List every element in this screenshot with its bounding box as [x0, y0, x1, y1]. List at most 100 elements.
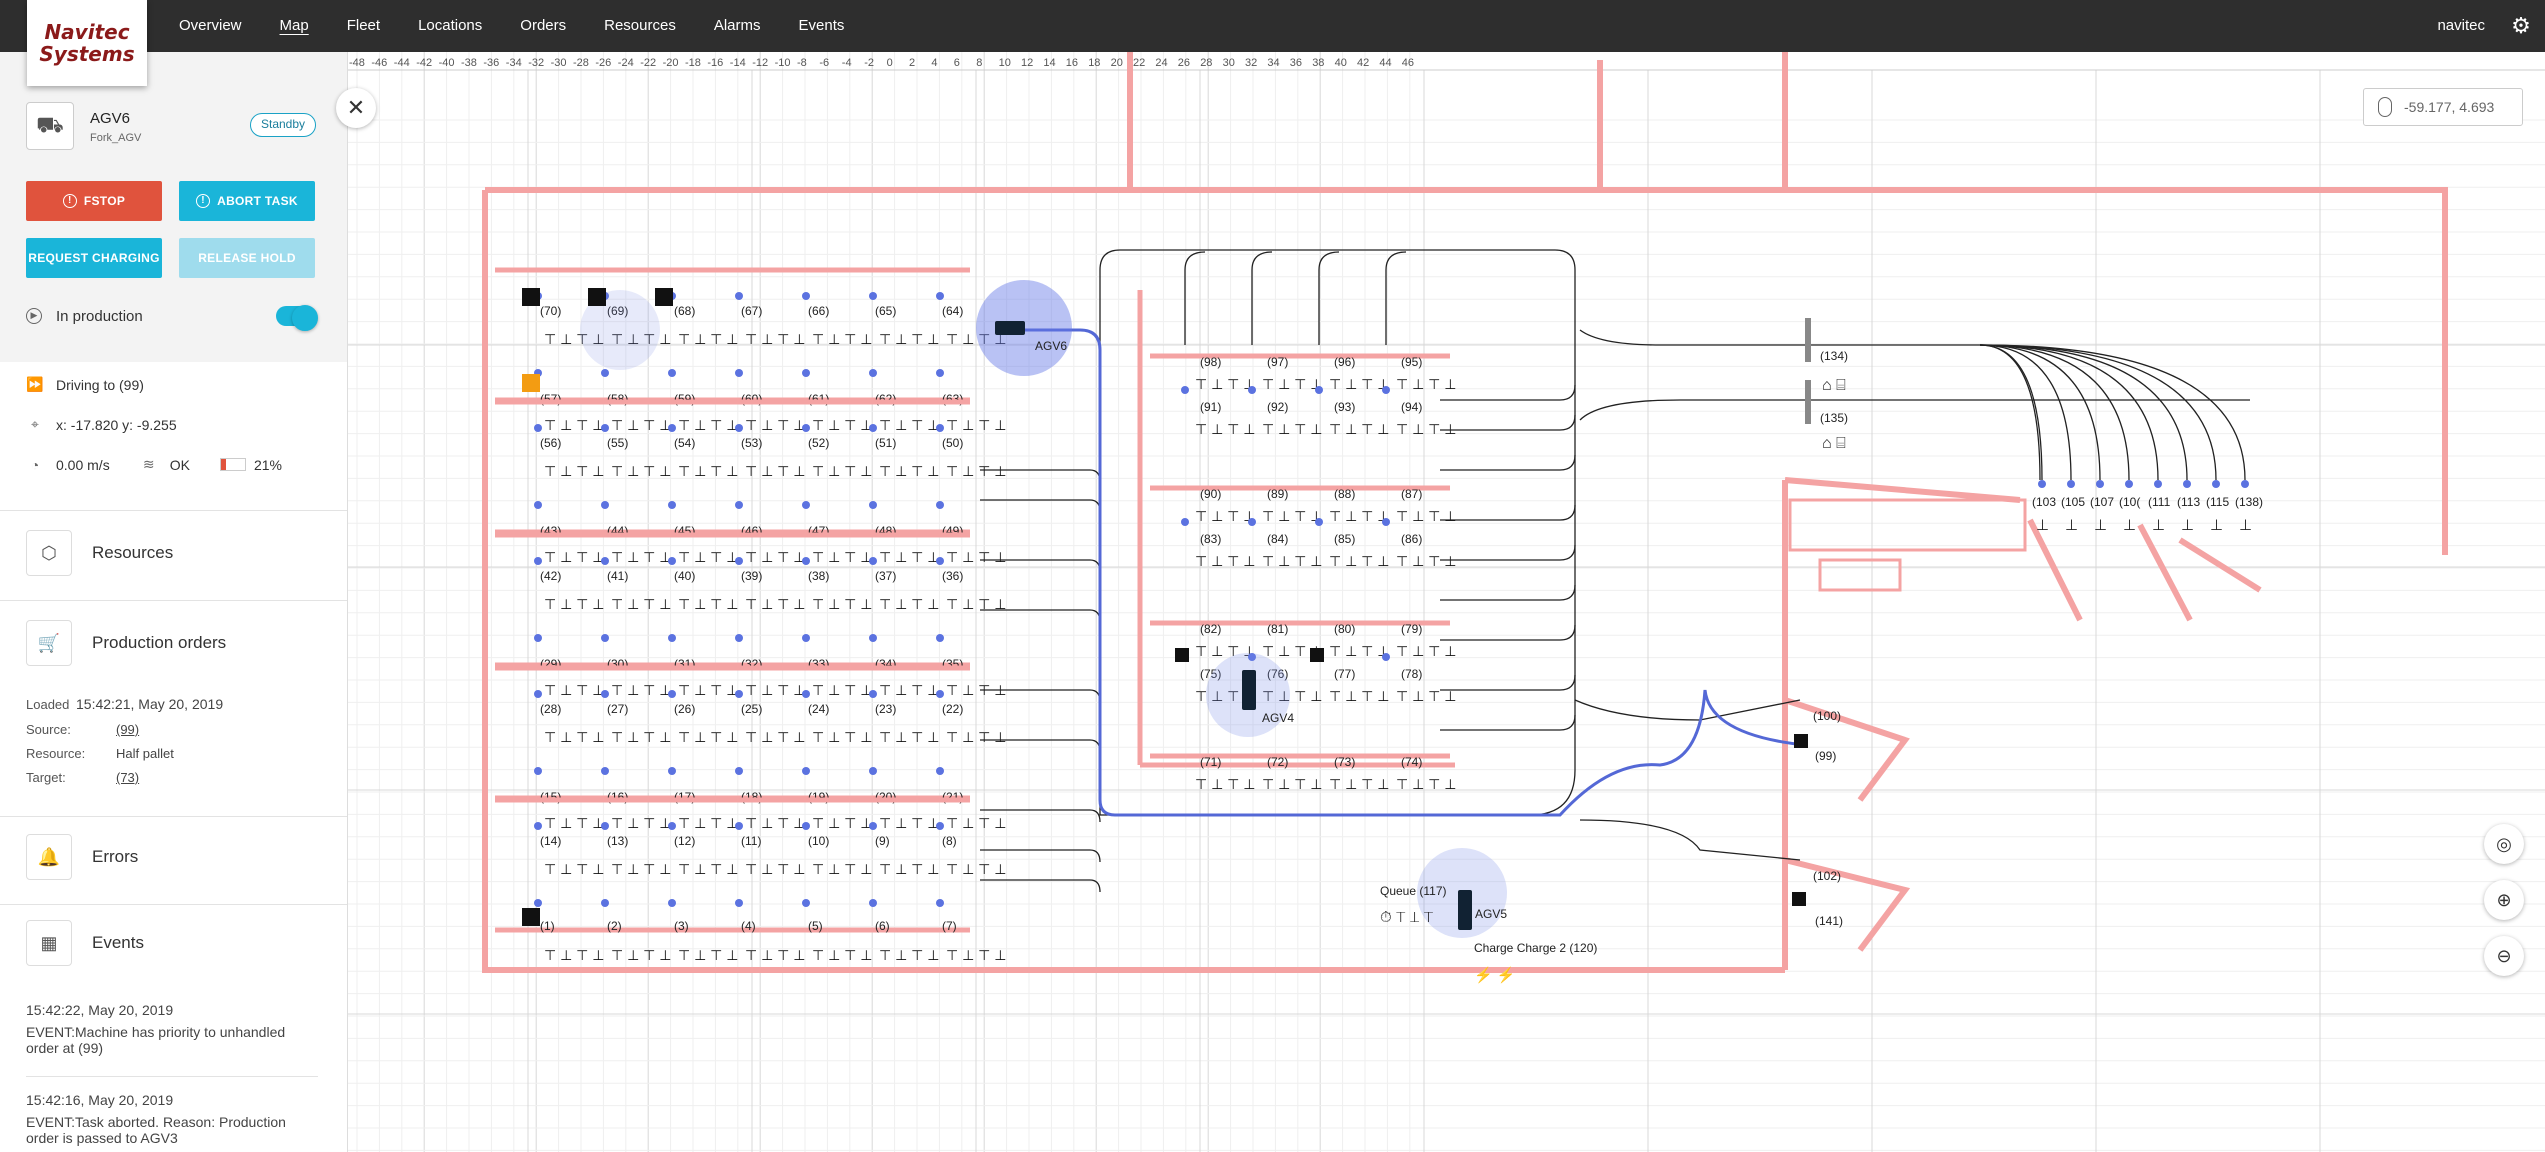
navitec-logo[interactable]: Navitec Systems: [27, 0, 147, 86]
battery-icon: [219, 458, 246, 471]
release-label: RELEASE HOLD: [198, 251, 296, 265]
travel-path: [1579, 329, 2250, 481]
waypoint: [735, 899, 743, 907]
waypoint: [802, 767, 810, 775]
waypoint: [735, 369, 743, 377]
location-label: (93): [1334, 400, 1355, 414]
alert-marker: [522, 374, 540, 392]
nav-fleet[interactable]: Fleet: [328, 0, 399, 52]
location-label: (5): [808, 919, 823, 933]
waypoint: [534, 557, 542, 565]
resources-section[interactable]: ⬡ Resources: [26, 530, 173, 576]
resources-title: Resources: [92, 543, 174, 562]
location-label: (7): [942, 919, 957, 933]
waypoint: [936, 899, 944, 907]
dock-path: [1979, 344, 2159, 481]
location-label: (86): [1401, 532, 1422, 546]
location-label: (77): [1334, 667, 1355, 681]
location-label: (134): [1820, 349, 1848, 363]
alert-icon: !: [62, 194, 77, 208]
location-label: (83): [1200, 532, 1221, 546]
pallet-slot-symbols: ⊤ ⊥ ⊤ ⊥: [946, 549, 1006, 565]
nav-locations[interactable]: Locations: [399, 0, 501, 52]
settings-gear-icon[interactable]: ⚙: [2509, 14, 2533, 38]
events-section[interactable]: ▦ Events: [26, 920, 144, 966]
travel-path: [1251, 251, 1273, 345]
location-label: (55): [607, 436, 628, 450]
production-toggle[interactable]: [276, 305, 318, 331]
station-icons: ⌂ ⌸: [1822, 377, 1846, 394]
status-badge: Standby: [250, 113, 317, 137]
waypoint: [869, 634, 877, 642]
machine-marker: [522, 288, 540, 306]
waypoint: [802, 292, 810, 300]
pallet-slot-symbols: ⊤ ⊥ ⊤ ⊥: [544, 549, 604, 565]
location-label: (28): [540, 702, 561, 716]
location-label: (88): [1334, 487, 1355, 501]
speedometer-icon: ◔: [30, 456, 40, 473]
target-link[interactable]: (73): [116, 770, 139, 785]
pallet-slot-symbols: ⊤ ⊥ ⊤ ⊥: [678, 815, 738, 831]
axis-tick-label: -14: [730, 57, 746, 69]
nav-overview[interactable]: Overview: [160, 0, 261, 52]
production-orders-section[interactable]: 🛒 Production orders: [26, 620, 226, 666]
user-menu[interactable]: navitec: [2437, 0, 2485, 52]
dock-path: [1979, 344, 2072, 481]
pallet-slot-symbols: ⊤ ⊥ ⊤ ⊥: [879, 596, 939, 612]
event-time: 15:42:22, May 20, 2019: [26, 1002, 174, 1018]
waypoint: [936, 557, 944, 565]
map-canvas[interactable]: -48 -46 -44 -42 -40 -38 -36 -34 -32 -30 -28 -26 -24-…: [348, 52, 2545, 1152]
pallet-slot-symbols: ⊤ ⊥ ⊤ ⊥: [745, 331, 805, 347]
waypoint: [869, 501, 877, 509]
pallet-slot-symbols: ⊤ ⊥ ⊤ ⊥: [879, 861, 939, 877]
pallet-slot-symbols: ⊤ ⊥ ⊤ ⊥: [812, 596, 872, 612]
nav-resources[interactable]: Resources: [585, 0, 695, 52]
location-label: (56): [540, 436, 561, 450]
waypoint: [869, 557, 877, 565]
location-label: (54): [674, 436, 695, 450]
machine-marker: [1792, 892, 1806, 906]
pallet-slot-symbols: ⊤ ⊥ ⊤ ⊥: [745, 861, 805, 877]
abort-task-button[interactable]: ! ABORT TASK: [179, 181, 315, 221]
fstop-button[interactable]: ! FSTOP: [26, 181, 162, 221]
pallet-slot-symbols: ⊤ ⊥ ⊤ ⊥: [678, 463, 738, 479]
source-link[interactable]: (99): [116, 722, 139, 737]
driving-text: Driving to (99): [56, 376, 144, 393]
floor-map[interactable]: -48 -46 -44 -42 -40 -38 -36 -34 -32 -30 -28 -26 -24-…: [348, 52, 2545, 1152]
nav-alarms[interactable]: Alarms: [695, 0, 780, 52]
zoom-in-icon[interactable]: ⊕: [2484, 880, 2524, 920]
waypoint: [601, 899, 609, 907]
axis-tick-label: 16: [1066, 57, 1078, 69]
location-label: (10(: [2119, 495, 2140, 509]
pallet-slot-symbol: ⊥: [2181, 517, 2194, 534]
errors-section[interactable]: 🔔 Errors: [26, 834, 138, 880]
dock-path: [1979, 344, 2246, 481]
pallet-slot-symbols: ⊤ ⊥ ⊤ ⊥: [879, 549, 939, 565]
pallet-slot-symbols: ⊤ ⊥ ⊤ ⊥: [946, 947, 1006, 963]
nav-events[interactable]: Events: [780, 0, 864, 52]
room-outline: [1818, 558, 1902, 592]
waypoint: [1248, 386, 1256, 394]
axis-tick-label: 32: [1245, 57, 1257, 69]
release-hold-button[interactable]: RELEASE HOLD: [179, 238, 315, 278]
machine-marker: [1794, 734, 1808, 748]
axis-tick-label: -30: [551, 57, 567, 69]
location-label: (89): [1267, 487, 1288, 501]
pallet-slot-symbols: ⊤ ⊥ ⊤ ⊥: [745, 682, 805, 698]
pallet-slot-symbols: ⊤ ⊥ ⊤ ⊥: [1195, 508, 1255, 524]
waypoint: [668, 634, 676, 642]
pallet-slot-symbols: ⊤ ⊥ ⊤ ⊥: [1329, 508, 1389, 524]
pallet-slot-symbols: ⊤ ⊥ ⊤ ⊥: [544, 417, 604, 433]
nav-orders[interactable]: Orders: [501, 0, 585, 52]
axis-tick-label: 8: [976, 57, 982, 69]
locate-icon[interactable]: ◎: [2484, 824, 2524, 864]
location-label: (135): [1820, 411, 1848, 425]
pallet-slot-symbol: ⊥: [2123, 517, 2136, 534]
nav-map[interactable]: Map: [261, 0, 328, 52]
close-icon[interactable]: ✕: [336, 88, 376, 128]
zoom-out-icon[interactable]: ⊖: [2484, 936, 2524, 976]
location-label: (67): [741, 304, 762, 318]
mouse-icon: [2378, 97, 2392, 117]
request-charging-button[interactable]: REQUEST CHARGING: [26, 238, 162, 278]
mouse-coords-text: -59.177, 4.693: [2404, 99, 2495, 115]
